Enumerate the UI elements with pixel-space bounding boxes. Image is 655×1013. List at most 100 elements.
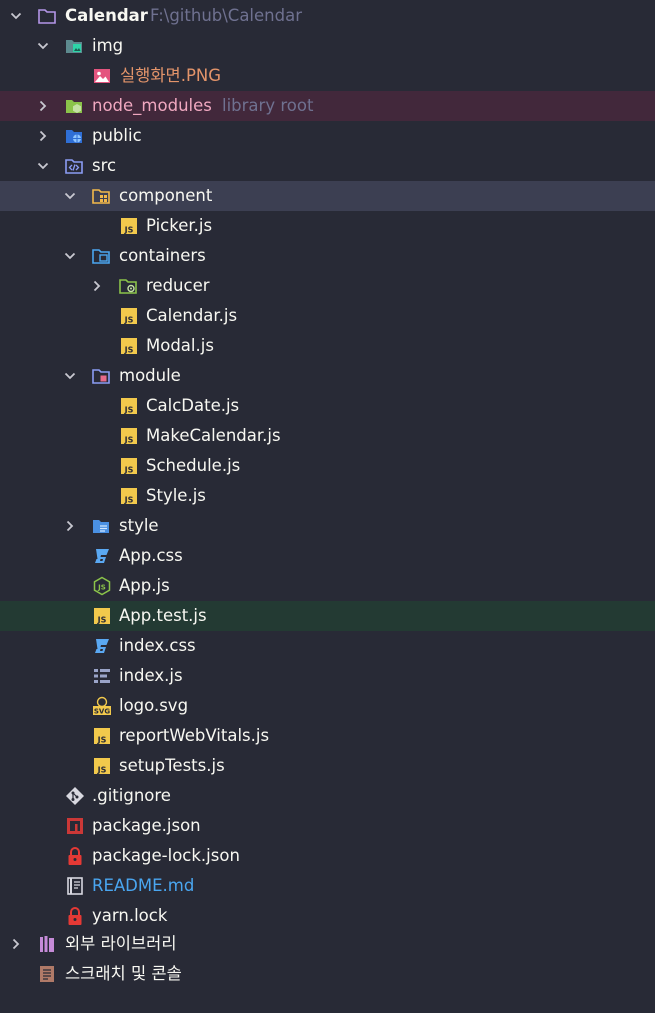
tree-row-gitignore[interactable]: .gitignore — [0, 781, 655, 811]
chevron-down-icon[interactable] — [37, 160, 49, 172]
tree-row-setuptests-js[interactable]: setupTests.js — [0, 751, 655, 781]
tree-row-reportwebvitals-js[interactable]: reportWebVitals.js — [0, 721, 655, 751]
tree-row-picker-js[interactable]: Picker.js — [0, 211, 655, 241]
tree-label: Schedule.js — [146, 456, 241, 475]
tree-row-yarn-lock[interactable]: yarn.lock — [0, 901, 655, 931]
tree-label: App.css — [119, 546, 183, 565]
js-file-icon — [92, 756, 112, 776]
svg-text:JS: JS — [97, 584, 106, 592]
module-folder-icon — [92, 369, 110, 384]
tree-label: MakeCalendar.js — [146, 426, 281, 445]
tree-row-scratches[interactable]: 스크래치 및 콘솔 — [0, 959, 655, 989]
css-file-icon — [92, 546, 112, 566]
js-file-icon — [119, 456, 139, 476]
chevron-right-icon[interactable] — [91, 280, 103, 292]
chevron-down-icon[interactable] — [64, 190, 76, 202]
tree-label: CalcDate.js — [146, 396, 240, 415]
chevron-right-icon[interactable] — [10, 938, 22, 950]
project-path: F:\github\Calendar — [150, 6, 302, 25]
lock-icon — [68, 847, 82, 865]
tree-label: Modal.js — [146, 336, 214, 355]
tree-row-app-css[interactable]: App.css — [0, 541, 655, 571]
chevron-right-icon[interactable] — [37, 130, 49, 142]
tree-row-calendar[interactable]: Calendar F:\github\Calendar — [0, 1, 655, 31]
project-name: Calendar — [65, 6, 148, 25]
tree-row-img[interactable]: img — [0, 31, 655, 61]
tree-row-readme-md[interactable]: README.md — [0, 871, 655, 901]
tree-row-screenshot-png[interactable]: 실행화면.PNG — [0, 61, 655, 91]
tree-row-app-js[interactable]: JS App.js — [0, 571, 655, 601]
tree-row-node-modules[interactable]: node_modules library root — [0, 91, 655, 121]
tree-label: reducer — [146, 276, 210, 295]
tree-row-package-lock-json[interactable]: package-lock.json — [0, 841, 655, 871]
chevron-right-icon[interactable] — [64, 520, 76, 532]
tree-label: reportWebVitals.js — [119, 726, 270, 745]
js-file-icon — [119, 426, 139, 446]
tree-row-module[interactable]: module — [0, 361, 655, 391]
tree-label: 스크래치 및 콘솔 — [65, 964, 182, 983]
reducer-folder-icon — [119, 279, 137, 294]
tree-row-reducer[interactable]: reducer — [0, 271, 655, 301]
tree-label: index.css — [119, 636, 196, 655]
library-icon — [40, 936, 54, 952]
tree-label: img — [92, 36, 124, 55]
image-folder-icon — [66, 40, 82, 53]
tree-label: src — [92, 156, 117, 175]
tree-label: App.test.js — [119, 606, 207, 625]
tree-row-external-libraries[interactable]: 외부 라이브러리 — [0, 929, 655, 959]
js-file-icon — [119, 396, 139, 416]
tree-row-calcdate-js[interactable]: CalcDate.js — [0, 391, 655, 421]
tree-row-index-js[interactable]: index.js — [0, 661, 655, 691]
js-file-icon — [92, 726, 112, 746]
js-file-icon — [119, 306, 139, 326]
tree-row-style-folder[interactable]: style — [0, 511, 655, 541]
nodejs-file-icon: JS — [93, 576, 111, 596]
tree-label: style — [119, 516, 159, 535]
chevron-down-icon[interactable] — [37, 40, 49, 52]
svg-file-icon: SVG — [93, 696, 111, 716]
tree-row-modal-js[interactable]: Modal.js — [0, 331, 655, 361]
web-folder-icon — [66, 130, 82, 143]
tree-label: containers — [119, 246, 206, 265]
chevron-down-icon[interactable] — [64, 250, 76, 262]
tree-label: 외부 라이브러리 — [65, 934, 177, 953]
tree-label: logo.svg — [119, 696, 189, 715]
tree-label: Picker.js — [146, 216, 213, 235]
git-icon — [66, 787, 84, 805]
tree-label: package.json — [92, 816, 201, 835]
readme-icon — [67, 877, 83, 895]
js-file-icon — [119, 486, 139, 506]
source-folder-icon — [65, 159, 83, 174]
tree-row-schedule-js[interactable]: Schedule.js — [0, 451, 655, 481]
tree-row-calendar-js[interactable]: Calendar.js — [0, 301, 655, 331]
tree-row-makecalendar-js[interactable]: MakeCalendar.js — [0, 421, 655, 451]
chevron-down-icon[interactable] — [64, 370, 76, 382]
tree-label: component — [119, 186, 213, 205]
tree-row-index-css[interactable]: index.css — [0, 631, 655, 661]
tree-label: package-lock.json — [92, 846, 240, 865]
chevron-right-icon[interactable] — [37, 100, 49, 112]
tree-row-style-js[interactable]: Style.js — [0, 481, 655, 511]
tree-label: module — [119, 366, 181, 385]
tree-label: .gitignore — [92, 786, 171, 805]
tree-row-app-test-js[interactable]: App.test.js — [0, 601, 655, 631]
tree-label: public — [92, 126, 142, 145]
tree-row-public[interactable]: public — [0, 121, 655, 151]
tree-label: setupTests.js — [119, 756, 225, 775]
npm-icon — [67, 818, 83, 834]
chevron-down-icon[interactable] — [10, 10, 22, 22]
tree-row-src[interactable]: src — [0, 151, 655, 181]
folder-icon — [37, 6, 57, 26]
tree-label: Style.js — [146, 486, 206, 505]
tree-row-component[interactable]: component — [0, 181, 655, 211]
component-folder-icon — [92, 189, 110, 204]
svg-text:SVG: SVG — [94, 708, 110, 716]
tree-row-package-json[interactable]: package.json — [0, 811, 655, 841]
tree-label: node_modules — [92, 96, 212, 115]
tree-label: yarn.lock — [92, 906, 168, 925]
tree-label: App.js — [119, 576, 170, 595]
scratch-icon — [40, 966, 54, 982]
tree-row-containers[interactable]: containers — [0, 241, 655, 271]
tree-row-logo-svg[interactable]: SVG logo.svg — [0, 691, 655, 721]
library-root-hint: library root — [222, 96, 314, 115]
